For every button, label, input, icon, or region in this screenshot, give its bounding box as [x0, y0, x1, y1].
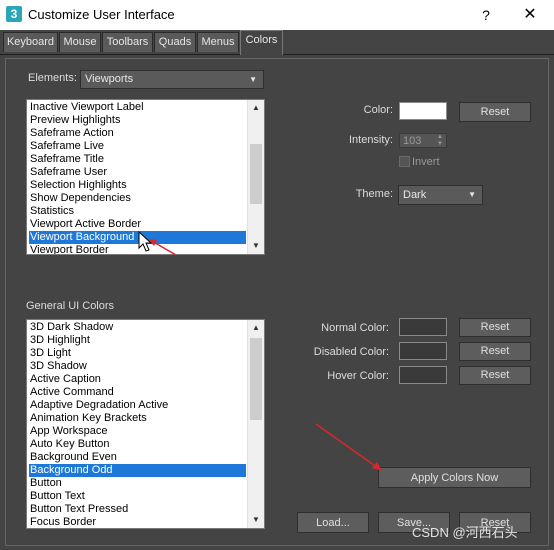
annotation-arrow-top	[148, 239, 177, 256]
mouse-cursor-icon	[138, 230, 153, 252]
annotation-overlay	[138, 230, 382, 471]
watermark: CSDN @河西石头	[412, 525, 518, 540]
annotation-arrow-bottom	[315, 423, 382, 471]
